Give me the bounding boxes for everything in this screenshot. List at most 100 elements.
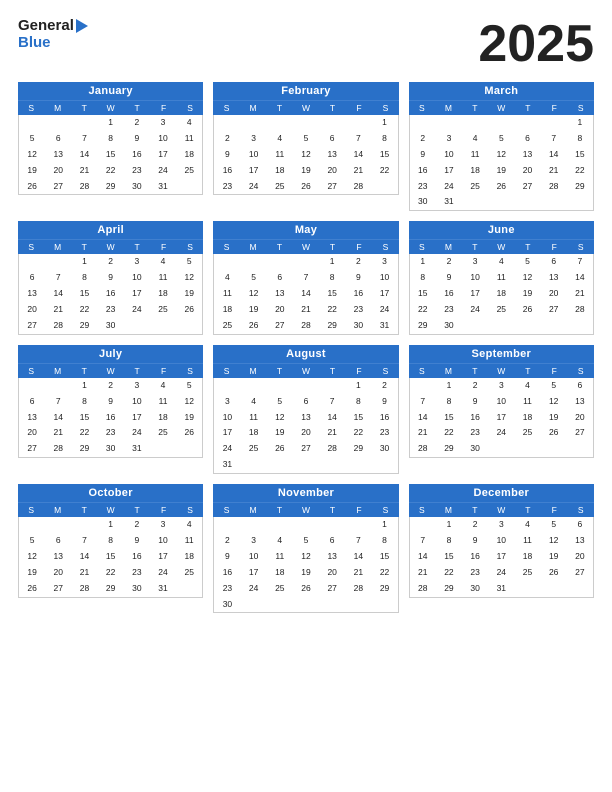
empty-cell bbox=[293, 517, 319, 533]
day-cell: 10 bbox=[462, 270, 488, 286]
day-label: W bbox=[488, 364, 514, 378]
day-label: T bbox=[319, 240, 345, 254]
day-cell: 31 bbox=[488, 581, 514, 597]
day-cell: 29 bbox=[98, 581, 124, 597]
day-cell: 22 bbox=[71, 425, 97, 441]
day-cell: 25 bbox=[176, 163, 202, 179]
day-cell: 15 bbox=[436, 410, 462, 426]
day-cell: 25 bbox=[267, 581, 293, 597]
day-cell: 19 bbox=[488, 163, 514, 179]
day-cell: 25 bbox=[488, 302, 514, 318]
day-cell: 20 bbox=[319, 163, 345, 179]
empty-cell bbox=[124, 318, 150, 334]
empty-cell bbox=[319, 115, 345, 131]
day-cell: 28 bbox=[71, 581, 97, 597]
day-label: T bbox=[515, 101, 541, 115]
day-label: S bbox=[177, 101, 203, 115]
day-cell: 15 bbox=[71, 286, 97, 302]
day-cell: 13 bbox=[45, 147, 71, 163]
day-headers: SMTWTFS bbox=[409, 363, 594, 378]
day-cell: 1 bbox=[567, 115, 593, 131]
day-cell: 20 bbox=[567, 549, 593, 565]
day-cell: 9 bbox=[124, 533, 150, 549]
day-cell: 6 bbox=[45, 533, 71, 549]
day-cell: 2 bbox=[124, 517, 150, 533]
day-cell: 5 bbox=[176, 378, 202, 394]
day-cell: 4 bbox=[176, 517, 202, 533]
day-cell: 8 bbox=[410, 270, 436, 286]
day-cell: 11 bbox=[462, 147, 488, 163]
day-label: F bbox=[346, 240, 372, 254]
day-cell: 14 bbox=[410, 410, 436, 426]
day-cell: 3 bbox=[124, 254, 150, 270]
day-cell: 13 bbox=[567, 394, 593, 410]
day-cell: 9 bbox=[98, 270, 124, 286]
day-cell: 22 bbox=[345, 425, 371, 441]
day-cell: 2 bbox=[410, 131, 436, 147]
day-cell: 22 bbox=[98, 565, 124, 581]
days-grid: 1234567891011121314151617181920212223242… bbox=[213, 254, 398, 334]
day-cell: 2 bbox=[98, 254, 124, 270]
day-cell: 5 bbox=[19, 131, 45, 147]
day-headers: SMTWTFS bbox=[213, 239, 398, 254]
day-cell: 17 bbox=[462, 286, 488, 302]
empty-cell bbox=[514, 441, 540, 457]
day-cell: 21 bbox=[45, 425, 71, 441]
day-cell: 1 bbox=[71, 254, 97, 270]
day-cell: 19 bbox=[293, 163, 319, 179]
day-cell: 9 bbox=[98, 394, 124, 410]
day-cell: 6 bbox=[19, 270, 45, 286]
empty-cell bbox=[45, 378, 71, 394]
day-label: M bbox=[44, 364, 70, 378]
day-label: S bbox=[568, 364, 594, 378]
day-label: W bbox=[293, 101, 319, 115]
day-cell: 9 bbox=[124, 131, 150, 147]
day-cell: 21 bbox=[345, 163, 371, 179]
day-cell: 4 bbox=[462, 131, 488, 147]
month-header-july: July bbox=[18, 345, 203, 363]
day-label: W bbox=[488, 503, 514, 517]
empty-cell bbox=[176, 581, 202, 597]
day-label: F bbox=[541, 503, 567, 517]
day-cell: 1 bbox=[98, 517, 124, 533]
month-header-may: May bbox=[213, 221, 398, 239]
day-cell: 9 bbox=[214, 549, 240, 565]
day-cell: 28 bbox=[410, 581, 436, 597]
day-cell: 21 bbox=[410, 425, 436, 441]
empty-cell bbox=[541, 115, 567, 131]
day-cell: 5 bbox=[176, 254, 202, 270]
empty-cell bbox=[267, 378, 293, 394]
day-cell: 15 bbox=[319, 286, 345, 302]
day-label: S bbox=[568, 240, 594, 254]
day-cell: 5 bbox=[293, 533, 319, 549]
month-block-july: JulySMTWTFS 1234567891011121314151617181… bbox=[18, 345, 203, 474]
day-cell: 27 bbox=[541, 302, 567, 318]
day-cell: 6 bbox=[319, 131, 345, 147]
day-label: T bbox=[71, 240, 97, 254]
month-header-december: December bbox=[409, 484, 594, 502]
day-label: S bbox=[213, 240, 239, 254]
day-cell: 13 bbox=[293, 410, 319, 426]
day-headers: SMTWTFS bbox=[18, 239, 203, 254]
day-label: T bbox=[462, 364, 488, 378]
day-cell: 6 bbox=[514, 131, 540, 147]
empty-cell bbox=[541, 581, 567, 597]
day-cell: 26 bbox=[514, 302, 540, 318]
day-cell: 16 bbox=[371, 410, 397, 426]
day-cell: 19 bbox=[541, 549, 567, 565]
day-cell: 31 bbox=[436, 194, 462, 210]
days-grid: 1234567891011121314151617181920212223242… bbox=[409, 517, 594, 597]
day-cell: 1 bbox=[345, 378, 371, 394]
day-label: M bbox=[435, 101, 461, 115]
day-cell: 17 bbox=[488, 410, 514, 426]
day-cell: 28 bbox=[45, 318, 71, 334]
empty-cell bbox=[410, 115, 436, 131]
day-cell: 8 bbox=[319, 270, 345, 286]
day-label: S bbox=[213, 503, 239, 517]
day-cell: 31 bbox=[150, 179, 176, 195]
day-cell: 2 bbox=[436, 254, 462, 270]
day-cell: 4 bbox=[514, 378, 540, 394]
day-label: T bbox=[71, 503, 97, 517]
day-cell: 14 bbox=[541, 147, 567, 163]
month-header-august: August bbox=[213, 345, 398, 363]
